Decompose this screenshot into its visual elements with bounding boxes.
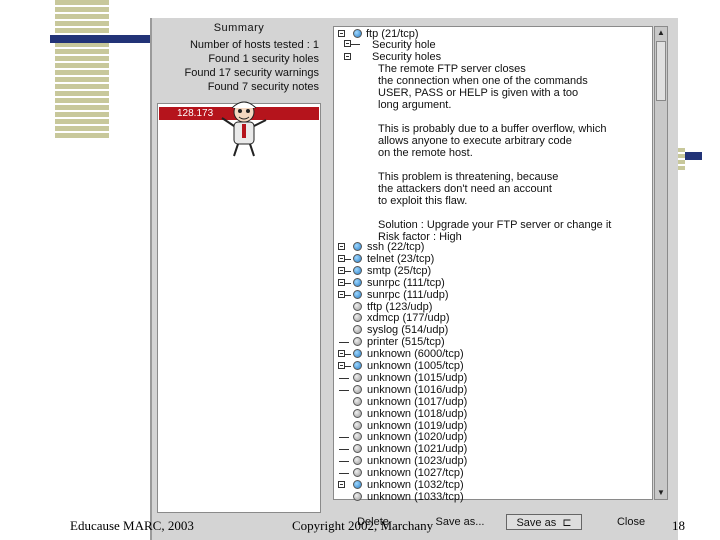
tree-item-service[interactable]: smtp (25/tcp): [367, 265, 431, 277]
summary-title: Summary: [213, 22, 265, 34]
tree-connector: [339, 473, 349, 475]
service-expander-icon[interactable]: [338, 266, 345, 274]
service-open-status-icon: [353, 361, 362, 370]
tree-item-service[interactable]: sunrpc (111/tcp): [367, 277, 445, 289]
tree-item-service[interactable]: unknown (1033/tcp): [367, 491, 464, 503]
report-line: the connection when one of the commands: [378, 75, 588, 87]
slide-stripes-decoration: [55, 0, 109, 138]
slide-page-number: 18: [672, 518, 685, 533]
close-button[interactable]: Close: [598, 514, 664, 530]
service-expander-icon[interactable]: [338, 481, 345, 488]
scroll-up-arrow-icon[interactable]: ▲: [656, 28, 666, 38]
tree-item-service[interactable]: xdmcp (177/udp): [367, 312, 450, 324]
tree-item-service[interactable]: unknown (1021/udp): [367, 443, 467, 455]
service-expander-icon[interactable]: [338, 290, 345, 298]
tree-item-service[interactable]: syslog (514/udp): [367, 324, 448, 336]
tree-connector: [345, 294, 351, 296]
save-as-format-label: Save as: [516, 517, 557, 529]
report-line: long argument.: [378, 99, 452, 111]
tree-item-service[interactable]: unknown (6000/tcp): [367, 348, 464, 360]
report-line: on the remote host.: [378, 147, 473, 159]
tree-item-service[interactable]: unknown (1032/tcp): [367, 479, 464, 491]
summary-hosts-tested: Number of hosts tested : 1: [189, 39, 319, 51]
service-expander-icon[interactable]: [338, 254, 345, 262]
tree-item-service[interactable]: unknown (1020/udp): [367, 431, 467, 443]
service-status-icon: [353, 384, 362, 394]
tree-connector: [339, 377, 349, 379]
tree-connector: [339, 449, 349, 451]
tree-item-service[interactable]: unknown (1017/udp): [367, 396, 467, 408]
service-status-icon: [353, 372, 362, 382]
tree-item-security-hole[interactable]: Security hole: [372, 39, 436, 51]
report-line: This is probably due to a buffer overflo…: [378, 123, 607, 135]
footer-conference: Educause MARC, 2003: [70, 518, 194, 533]
service-status-icon: [353, 301, 362, 311]
report-line: USER, PASS or HELP is given with a too: [378, 87, 579, 99]
service-open-status-icon: [353, 265, 362, 275]
tree-connector: [345, 366, 351, 367]
tree-item-service[interactable]: unknown (1018/udp): [367, 408, 467, 420]
tree-item-service[interactable]: printer (515/tcp): [367, 336, 445, 348]
scroll-down-arrow-icon[interactable]: ▼: [656, 488, 666, 498]
tree-connector: [345, 270, 351, 272]
tree-item-service[interactable]: unknown (1005/tcp): [367, 360, 464, 372]
tree-item-service[interactable]: tftp (123/udp): [367, 301, 432, 313]
service-expander-icon[interactable]: [338, 278, 345, 286]
tree-item-service[interactable]: unknown (1023/udp): [367, 455, 467, 467]
tree-item-service[interactable]: telnet (23/tcp): [367, 253, 434, 265]
footer-copyright: Copyright 2002, Marchany: [292, 518, 434, 533]
tree-connector: [345, 354, 351, 356]
summary-security-holes: Found 1 security holes: [208, 53, 319, 65]
summary-security-warnings: Found 17 security warnings: [184, 67, 319, 79]
report-line: the attackers don't need an account: [378, 183, 552, 195]
service-expander-icon[interactable]: [338, 362, 345, 369]
tree-connector: [339, 389, 349, 391]
security-holes-expander-icon[interactable]: [344, 53, 351, 60]
tree-connector: [345, 282, 351, 284]
tree-connector: [345, 258, 351, 260]
report-line: Solution : Upgrade your FTP server or ch…: [378, 219, 612, 231]
service-status-icon: [353, 408, 362, 418]
service-open-status-icon: [353, 277, 362, 287]
tree-scrollbar[interactable]: ▲ ▼: [654, 26, 668, 500]
tree-item-service[interactable]: ssh (22/tcp): [367, 241, 424, 253]
report-line: allows anyone to execute arbitrary code: [378, 135, 572, 147]
report-line: to exploit this flaw.: [378, 195, 468, 207]
nessus-mascot-icon: [221, 101, 267, 157]
summary-security-notes: Found 7 security notes: [207, 81, 319, 93]
service-expander-icon[interactable]: [338, 350, 345, 358]
report-line: This problem is threatening, because: [378, 171, 559, 183]
service-open-status-icon: [353, 242, 362, 251]
security-hole-expander-icon[interactable]: [344, 40, 351, 47]
service-open-status-icon: [353, 289, 362, 299]
tree-connector: [339, 342, 349, 344]
dropdown-indicator-icon: ⊏: [559, 517, 572, 529]
service-open-status-icon: [353, 253, 362, 263]
scroll-thumb[interactable]: [656, 41, 666, 101]
tree-item-service[interactable]: unknown (1016/udp): [367, 384, 467, 396]
tree-item-service[interactable]: unknown (1015/udp): [367, 372, 467, 384]
report-line: The remote FTP server closes: [378, 63, 526, 75]
service-status-icon: [353, 420, 362, 430]
service-status-icon: [353, 491, 362, 501]
tree-item-security-holes[interactable]: Security holes: [372, 51, 441, 63]
tree-item-service[interactable]: unknown (1027/tcp): [367, 467, 464, 479]
ftp-expander-icon[interactable]: [338, 30, 345, 37]
service-expander-icon[interactable]: [338, 243, 345, 250]
host-list[interactable]: 128.173: [157, 103, 321, 513]
tree-connector: [339, 437, 349, 439]
tree-connector: [339, 461, 349, 463]
service-status-icon: [353, 396, 362, 406]
save-as-format-button[interactable]: Save as ⊏: [506, 514, 582, 530]
ftp-status-icon: [353, 29, 362, 38]
tree-item-service[interactable]: sunrpc (111/udp): [367, 289, 449, 301]
slide-accent-bar-top: [50, 35, 150, 43]
service-open-status-icon: [353, 480, 362, 489]
summary-box: Number of hosts tested : 1 Found 1 secur…: [157, 38, 321, 100]
tree-item-service[interactable]: unknown (1019/udp): [367, 420, 467, 432]
